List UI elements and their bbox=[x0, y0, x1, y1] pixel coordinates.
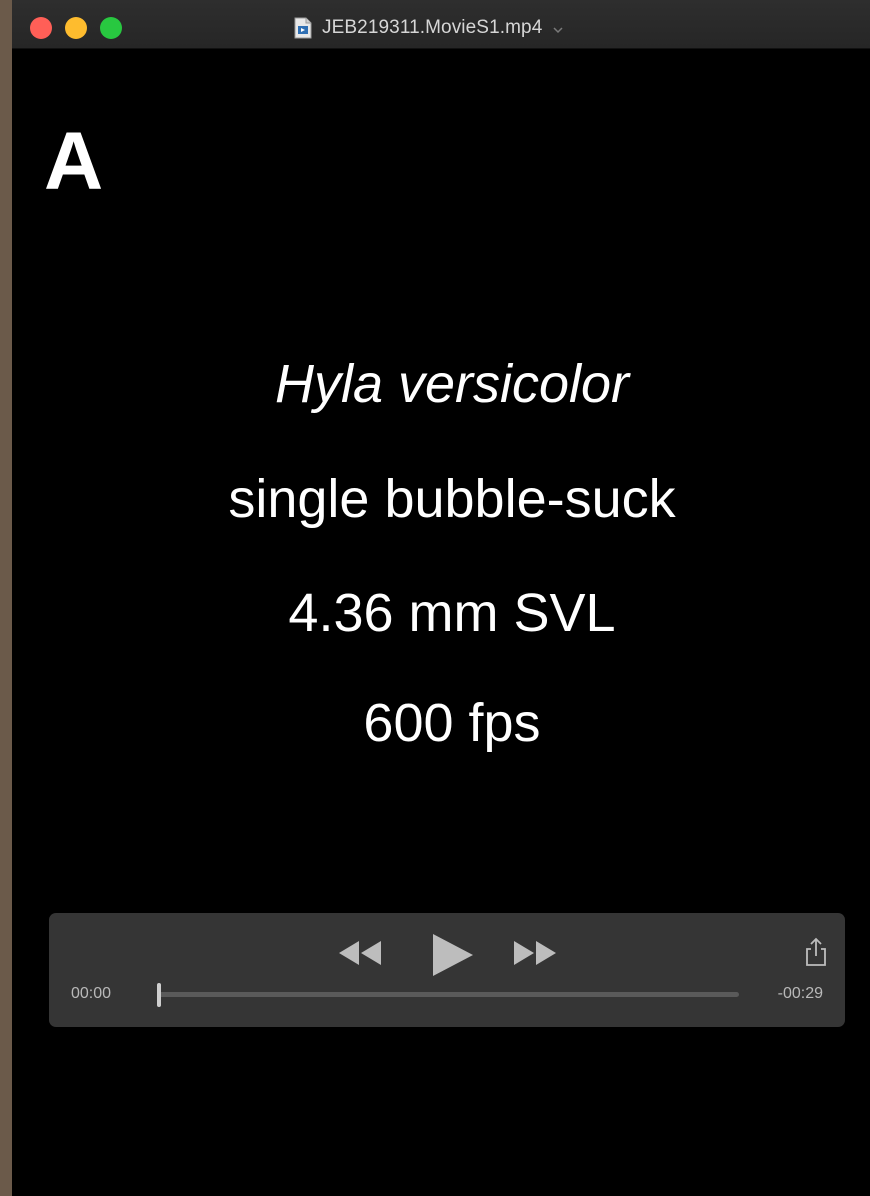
size-caption: 4.36 mm SVL bbox=[288, 583, 616, 643]
remaining-time: -00:29 bbox=[777, 985, 823, 1002]
window-title-group[interactable]: JEB219311.MovieS1.mp4 bbox=[294, 16, 564, 40]
window-title: JEB219311.MovieS1.mp4 bbox=[322, 17, 543, 38]
fast-forward-button[interactable] bbox=[512, 938, 558, 968]
species-caption: Hyla versicolor bbox=[274, 354, 630, 414]
video-file-icon bbox=[294, 17, 312, 39]
chevron-down-icon[interactable] bbox=[552, 23, 564, 35]
rewind-button[interactable] bbox=[337, 938, 383, 968]
maximize-button[interactable] bbox=[100, 17, 122, 39]
elapsed-time: 00:00 bbox=[71, 985, 112, 1002]
play-button[interactable] bbox=[430, 933, 474, 977]
fast-forward-icon bbox=[514, 941, 556, 965]
playback-controls: 00:00 -00:29 bbox=[49, 913, 845, 1027]
timeline-scrubber[interactable] bbox=[157, 983, 739, 1007]
behavior-caption: single bubble-suck bbox=[228, 469, 676, 529]
rewind-icon bbox=[339, 941, 381, 965]
share-icon bbox=[806, 937, 826, 966]
playhead-handle[interactable] bbox=[157, 983, 161, 1007]
framerate-caption: 600 fps bbox=[363, 693, 541, 753]
play-icon bbox=[433, 934, 473, 976]
video-frame[interactable]: A Hyla versicolor single bubble-suck 4.3… bbox=[12, 49, 870, 1196]
panel-letter: A bbox=[44, 116, 104, 207]
quicktime-window: JEB219311.MovieS1.mp4 A Hyla versicolor … bbox=[12, 0, 870, 1196]
title-bar[interactable]: JEB219311.MovieS1.mp4 bbox=[12, 0, 870, 49]
close-button[interactable] bbox=[30, 17, 52, 39]
minimize-button[interactable] bbox=[65, 17, 87, 39]
share-button[interactable] bbox=[805, 937, 827, 967]
